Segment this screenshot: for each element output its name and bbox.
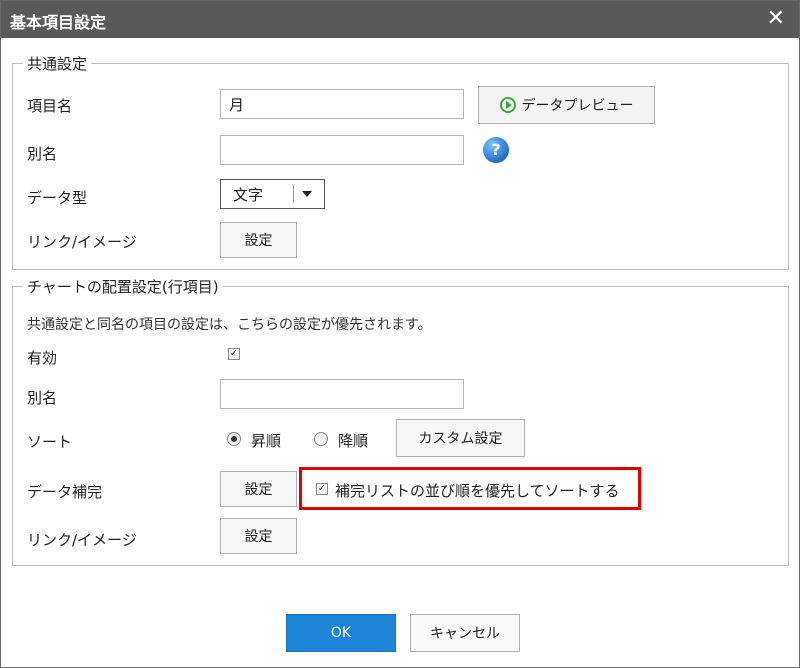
- chart-link-image-settings-button[interactable]: 設定: [220, 518, 297, 554]
- close-icon[interactable]: ✕: [767, 6, 785, 31]
- alias-label: 別名: [27, 145, 58, 163]
- datatype-label: データ型: [27, 189, 88, 207]
- cancel-button[interactable]: キャンセル: [410, 614, 520, 652]
- data-preview-label: データプレビュー: [521, 98, 634, 114]
- link-image-label: リンク/イメージ: [27, 233, 137, 251]
- chart-link-image-label: リンク/イメージ: [27, 531, 137, 549]
- sort-label: ソート: [27, 433, 73, 451]
- title-bar: 基本項目設定 ✕: [1, 1, 799, 38]
- enabled-checkbox[interactable]: ✓: [228, 348, 240, 360]
- enabled-label: 有効: [27, 349, 58, 367]
- alias-input[interactable]: [220, 135, 464, 165]
- help-icon[interactable]: ?: [483, 137, 509, 163]
- priority-note: 共通設定と同名の項目の設定は、こちらの設定が優先されます。: [27, 317, 432, 333]
- chart-alias-input[interactable]: [220, 379, 464, 409]
- chart-alias-label: 別名: [27, 389, 58, 407]
- item-name-input[interactable]: 月: [220, 89, 464, 119]
- data-complement-label: データ補完: [27, 483, 103, 501]
- select-divider: [293, 185, 294, 203]
- sort-desc-radio[interactable]: [314, 432, 328, 446]
- dialog-title: 基本項目設定: [10, 13, 107, 32]
- play-icon: [499, 97, 516, 113]
- data-preview-button[interactable]: データプレビュー: [478, 86, 655, 124]
- datatype-value: 文字: [233, 185, 264, 204]
- chart-placement-legend: チャートの配置設定(行項目): [23, 276, 223, 297]
- link-image-settings-button[interactable]: 設定: [220, 222, 297, 258]
- common-settings-legend: 共通設定: [23, 53, 92, 74]
- datatype-select[interactable]: 文字: [220, 179, 325, 209]
- complement-sort-checkbox[interactable]: ✓: [316, 483, 328, 495]
- item-name-label: 項目名: [27, 97, 73, 115]
- custom-settings-button[interactable]: カスタム設定: [396, 419, 525, 457]
- sort-desc-label[interactable]: 降順: [338, 430, 368, 451]
- sort-asc-radio[interactable]: [227, 432, 241, 446]
- data-complement-settings-button[interactable]: 設定: [220, 471, 297, 507]
- complement-sort-label[interactable]: 補完リストの並び順を優先してソートする: [335, 480, 620, 501]
- chevron-down-icon: [302, 191, 312, 197]
- sort-asc-label[interactable]: 昇順: [251, 430, 281, 451]
- basic-item-settings-dialog: 基本項目設定 ✕ 共通設定 項目名 月 データプレビュー 別名 ? データ型 文…: [0, 0, 800, 668]
- ok-button[interactable]: OK: [286, 614, 396, 652]
